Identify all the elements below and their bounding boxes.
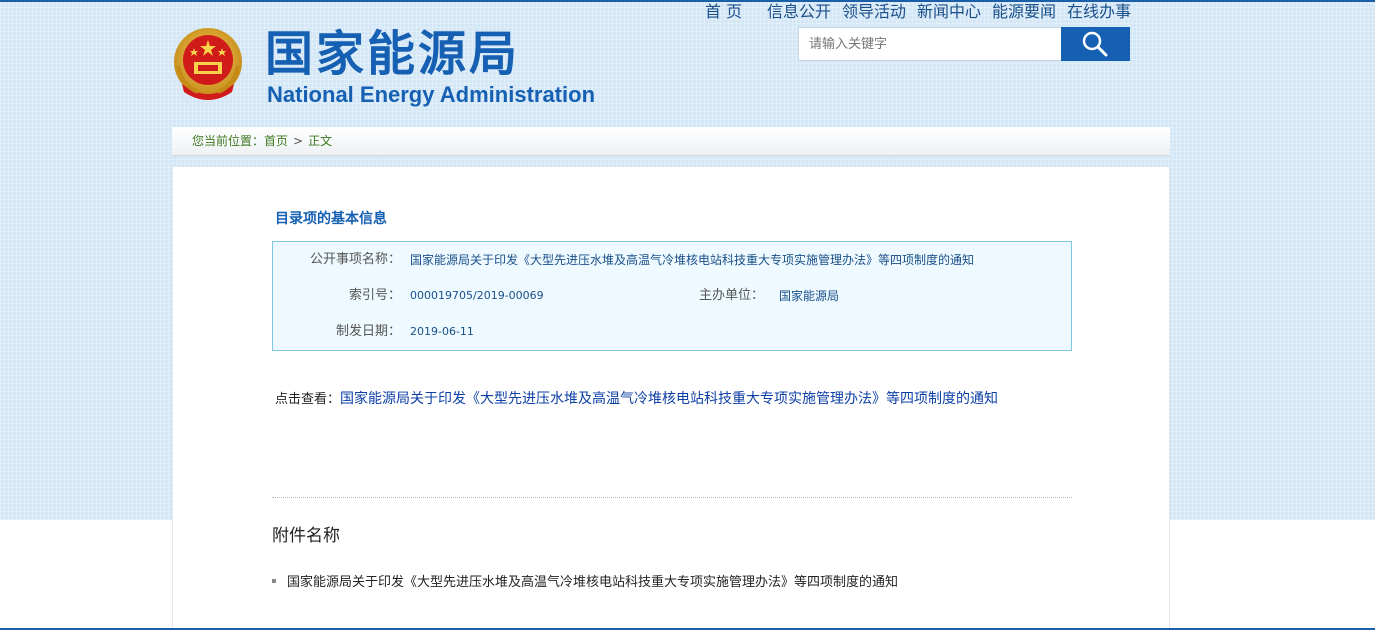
nav-energy-news[interactable]: 能源要闻: [992, 0, 1056, 24]
top-accent-line: [0, 0, 1375, 2]
attachment-item[interactable]: 国家能源局关于印发《大型先进压水堆及高温气冷堆核电站科技重大专项实施管理办法》等…: [272, 573, 898, 593]
name-value: 国家能源局关于印发《大型先进压水堆及高温气冷堆核电站科技重大专项实施管理办法》等…: [410, 253, 975, 267]
info-box: 公开事项名称： 国家能源局关于印发《大型先进压水堆及高温气冷堆核电站科技重大专项…: [272, 241, 1072, 351]
breadcrumb-prefix: 您当前位置：: [192, 134, 265, 148]
index-value: 000019705/2019-00069: [410, 289, 544, 302]
search-button[interactable]: [1061, 27, 1130, 61]
breadcrumb: 您当前位置：首页 > 正文: [172, 127, 1170, 156]
search-input[interactable]: [798, 27, 1062, 61]
view-document-line: 点击查看：国家能源局关于印发《大型先进压水堆及高温气冷堆核电站科技重大专项实施管…: [275, 389, 998, 410]
nav-info-disclosure[interactable]: 信息公开: [767, 0, 831, 24]
site-title-cn: 国家能源局: [265, 26, 521, 82]
content-panel: 目录项的基本信息 公开事项名称： 国家能源局关于印发《大型先进压水堆及高温气冷堆…: [172, 166, 1170, 630]
org-value: 国家能源局: [779, 289, 840, 303]
breadcrumb-current: 正文: [308, 134, 333, 148]
view-label: 点击查看：: [275, 392, 341, 407]
date-label: 制发日期：: [335, 324, 401, 339]
org-label: 主办单位：: [699, 288, 765, 303]
breadcrumb-separator: >: [293, 134, 304, 148]
attachments-title: 附件名称: [272, 526, 340, 546]
name-label: 公开事项名称：: [309, 252, 401, 267]
bullet-icon: [272, 578, 276, 583]
divider: [272, 497, 1072, 498]
site-title-en: National Energy Administration: [267, 82, 596, 107]
date-value: 2019-06-11: [410, 325, 474, 338]
nav-leader-activities[interactable]: 领导活动: [842, 0, 906, 24]
view-document-link[interactable]: 国家能源局关于印发《大型先进压水堆及高温气冷堆核电站科技重大专项实施管理办法》等…: [340, 391, 998, 407]
breadcrumb-home-link[interactable]: 首页: [264, 134, 288, 148]
search-icon: [1082, 31, 1108, 57]
nav-news-center[interactable]: 新闻中心: [917, 0, 981, 24]
attachment-item-label: 国家能源局关于印发《大型先进压水堆及高温气冷堆核电站科技重大专项实施管理办法》等…: [287, 575, 899, 590]
index-label: 索引号：: [348, 288, 401, 303]
national-emblem-logo: [174, 28, 242, 100]
section-title: 目录项的基本信息: [275, 211, 387, 227]
nav-online-services[interactable]: 在线办事: [1067, 0, 1131, 24]
nav-home[interactable]: 首 页: [705, 0, 742, 24]
